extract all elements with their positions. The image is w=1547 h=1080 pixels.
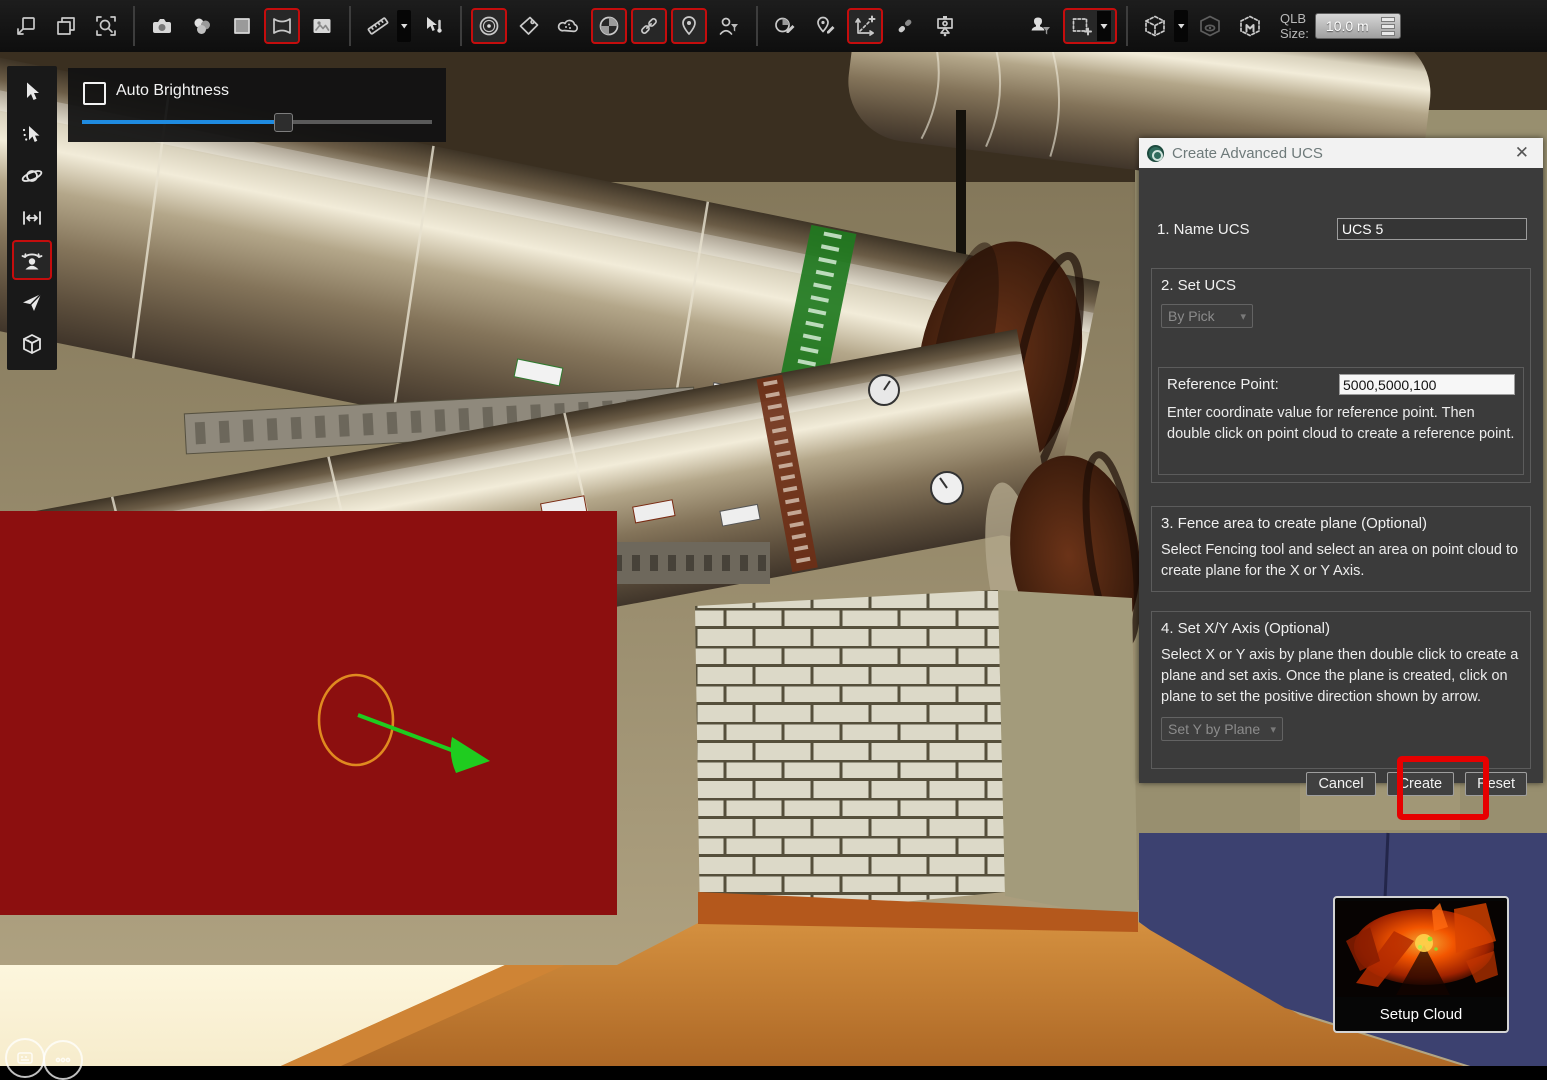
link-objects-icon[interactable] — [887, 8, 923, 44]
pan-tool-icon[interactable] — [12, 198, 52, 238]
clipping-box-dropdown-icon[interactable] — [1174, 10, 1188, 42]
reference-point-label: Reference Point: — [1167, 376, 1279, 393]
fence-markers — [0, 511, 617, 915]
ellipsis-icon — [53, 1050, 73, 1070]
keyboard-pad-icon — [15, 1048, 35, 1068]
brightness-slider-fill — [82, 120, 282, 124]
setup-cloud-label: Setup Cloud — [1335, 1006, 1507, 1023]
pick-temperature-icon[interactable] — [415, 8, 451, 44]
brightness-panel: Auto Brightness — [68, 68, 446, 142]
top-toolbar: QLB Size: 10.0 m — [0, 0, 1547, 52]
registration-sphere-icon[interactable] — [591, 8, 627, 44]
reset-button[interactable]: Reset — [1465, 772, 1527, 796]
zoom-region-icon[interactable] — [88, 8, 124, 44]
import-export-icon[interactable] — [8, 8, 44, 44]
create-advanced-ucs-dialog: Create Advanced UCS ✕ 1. Name UCS 2. Set… — [1139, 138, 1543, 783]
projector-screen-icon[interactable] — [927, 8, 963, 44]
orbit-tool-icon[interactable] — [12, 156, 52, 196]
toolbar-separator — [756, 6, 758, 46]
map-pin-icon[interactable] — [671, 8, 707, 44]
toolbar-separator — [1126, 6, 1128, 46]
toolbar-separator — [349, 6, 351, 46]
reference-point-group: Reference Point: Enter coordinate value … — [1158, 367, 1524, 475]
set-axis-hint: Select X or Y axis by plane then double … — [1161, 645, 1521, 708]
solid-view-icon[interactable] — [224, 8, 260, 44]
select-tool-icon[interactable] — [12, 72, 52, 112]
point-cloud-icon[interactable] — [551, 8, 587, 44]
name-ucs-label: 1. Name UCS — [1157, 221, 1250, 238]
fly-tool-icon[interactable] — [12, 282, 52, 322]
create-button[interactable]: Create — [1387, 772, 1455, 796]
reference-point-hint: Enter coordinate value for reference poi… — [1167, 403, 1515, 445]
chevron-down-icon: ▾ — [1240, 310, 1246, 323]
qlb-size-input[interactable]: 10.0 m — [1315, 13, 1401, 39]
multi-select-tool-icon[interactable] — [12, 114, 52, 154]
filter-scans-icon[interactable] — [1023, 8, 1059, 44]
ucs-name-input[interactable] — [1337, 218, 1527, 240]
set-ucs-label: 2. Set UCS — [1161, 277, 1521, 294]
cancel-button[interactable]: Cancel — [1306, 772, 1375, 796]
look-around-tool-icon[interactable] — [12, 240, 52, 280]
chevron-down-icon: ▾ — [1270, 723, 1276, 736]
annotation-tag-icon[interactable] — [511, 8, 547, 44]
edit-pin-icon[interactable] — [807, 8, 843, 44]
panorama-view-icon[interactable] — [264, 8, 300, 44]
axis-direction-arrowhead — [451, 737, 490, 773]
fence-area-group: 3. Fence area to create plane (Optional)… — [1151, 506, 1531, 592]
qlb-size-spinner[interactable] — [1381, 17, 1395, 36]
camera-icon[interactable] — [144, 8, 180, 44]
brightness-slider-track[interactable] — [82, 120, 432, 124]
create-ucs-axis-icon[interactable] — [847, 8, 883, 44]
fence-area-plane[interactable] — [0, 511, 617, 915]
image-view-icon[interactable] — [304, 8, 340, 44]
set-axis-label: 4. Set X/Y Axis (Optional) — [1161, 620, 1521, 637]
set-ucs-group: 2. Set UCS By Pick ▾ Reference Point: En… — [1151, 268, 1531, 483]
reference-point-input[interactable] — [1339, 374, 1515, 395]
selection-rectangle-icon[interactable] — [1063, 8, 1117, 44]
setup-cloud-thumbnail[interactable]: Setup Cloud — [1333, 896, 1509, 1033]
scan-point-icon[interactable] — [471, 8, 507, 44]
fence-area-hint: Select Fencing tool and select an area o… — [1161, 540, 1521, 582]
more-options-button[interactable] — [43, 1040, 83, 1080]
link-icon[interactable] — [631, 8, 667, 44]
edit-sphere-icon[interactable] — [767, 8, 803, 44]
fence-area-label: 3. Fence area to create plane (Optional) — [1161, 515, 1521, 532]
filter-people-icon[interactable] — [711, 8, 747, 44]
toolbar-separator — [133, 6, 135, 46]
measure-icon[interactable] — [360, 8, 396, 44]
brightness-slider-handle[interactable] — [274, 113, 293, 132]
clipping-box-manager-icon[interactable] — [1232, 8, 1268, 44]
auto-brightness-label: Auto Brightness — [116, 82, 229, 100]
set-ucs-dropdown[interactable]: By Pick ▾ — [1161, 304, 1253, 328]
view-cube-tool-icon[interactable] — [12, 324, 52, 364]
qlb-size-value: 10.0 m — [1326, 18, 1369, 34]
close-icon[interactable]: ✕ — [1509, 143, 1535, 163]
set-axis-dropdown[interactable]: Set Y by Plane ▾ — [1161, 717, 1283, 741]
axis-direction-line — [358, 715, 462, 754]
dialog-body: 1. Name UCS 2. Set UCS By Pick ▾ Referen… — [1139, 168, 1543, 783]
qlb-size-label: QLB Size: — [1280, 11, 1309, 41]
measure-dropdown-icon[interactable] — [397, 10, 411, 42]
dialog-title-bar[interactable]: Create Advanced UCS ✕ — [1139, 138, 1543, 168]
ucs-dialog-icon — [1147, 145, 1164, 162]
navigation-pad-button[interactable] — [5, 1038, 45, 1078]
clipping-box-icon[interactable] — [1137, 8, 1173, 44]
color-mode-icon[interactable] — [184, 8, 220, 44]
set-axis-group: 4. Set X/Y Axis (Optional) Select X or Y… — [1151, 611, 1531, 769]
duplicate-view-icon[interactable] — [48, 8, 84, 44]
toolbar-separator — [460, 6, 462, 46]
clipping-box-visibility-icon[interactable] — [1192, 8, 1228, 44]
left-toolbar — [7, 66, 57, 370]
auto-brightness-checkbox[interactable] — [83, 82, 106, 105]
setup-cloud-preview — [1336, 901, 1506, 997]
reference-point-circle — [319, 675, 393, 765]
dialog-title: Create Advanced UCS — [1172, 145, 1509, 162]
